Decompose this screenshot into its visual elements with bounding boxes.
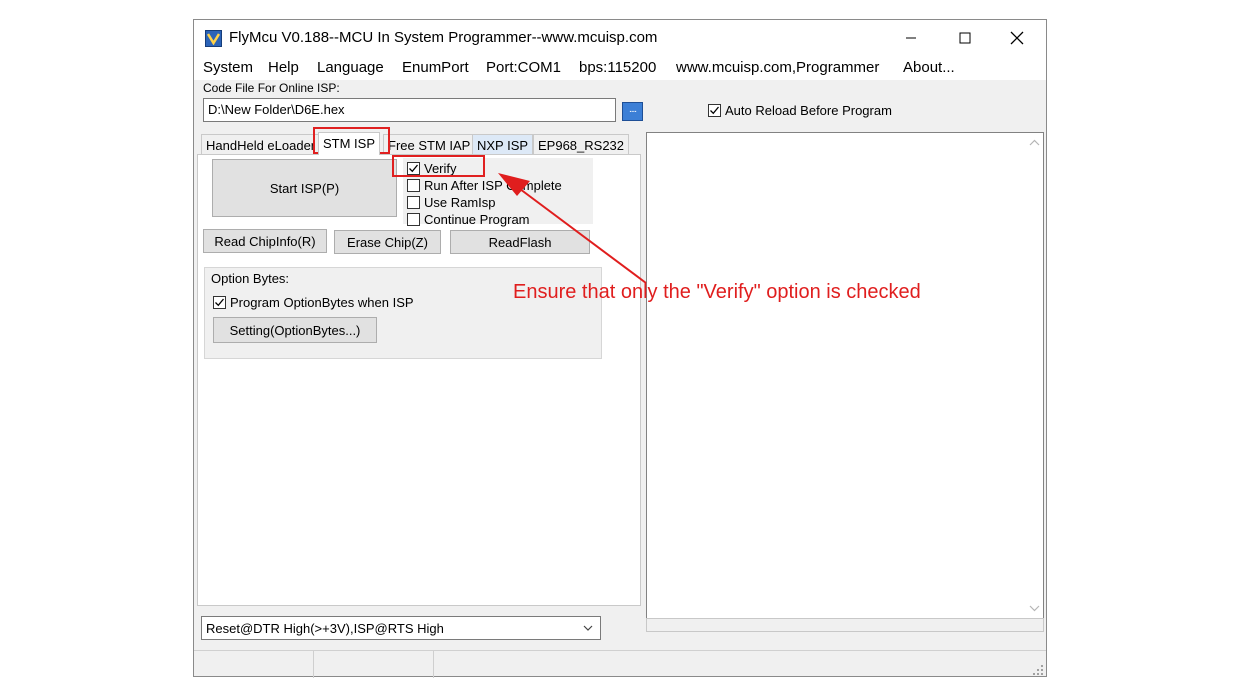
use-ramisp-checkbox[interactable] [407, 196, 420, 209]
maximize-icon [959, 32, 971, 44]
resize-grip-icon[interactable] [1032, 664, 1044, 676]
chevron-down-icon [583, 625, 593, 631]
auto-reload-label: Auto Reload Before Program [725, 103, 892, 118]
program-optionbytes-option[interactable]: Program OptionBytes when ISP [213, 295, 414, 310]
reset-mode-select[interactable]: Reset@DTR High(>+3V),ISP@RTS High [201, 616, 601, 640]
erase-chip-button[interactable]: Erase Chip(Z) [334, 230, 441, 254]
tab-free-stm-iap[interactable]: Free STM IAP [383, 134, 476, 155]
read-flash-button[interactable]: ReadFlash [450, 230, 590, 254]
menu-language[interactable]: Language [317, 59, 384, 76]
use-ramisp-option[interactable]: Use RamIsp [407, 195, 496, 210]
verify-option[interactable]: Verify [407, 161, 457, 176]
code-file-path-input[interactable]: D:\New Folder\D6E.hex [203, 98, 616, 122]
option-bytes-title: Option Bytes: [211, 271, 290, 286]
verify-label: Verify [424, 161, 457, 176]
close-button[interactable] [994, 20, 1040, 56]
checkmark-icon [710, 106, 720, 115]
minimize-button[interactable] [888, 20, 934, 56]
use-ramisp-label: Use RamIsp [424, 195, 496, 210]
continue-program-option[interactable]: Continue Program [407, 212, 530, 227]
menu-bps[interactable]: bps:115200 [579, 59, 656, 76]
scroll-up-icon [1029, 139, 1040, 146]
program-optionbytes-checkbox[interactable] [213, 296, 226, 309]
annotation-text: Ensure that only the "Verify" option is … [513, 281, 921, 303]
app-icon [205, 30, 222, 47]
maximize-button[interactable] [942, 20, 988, 56]
menu-system[interactable]: System [203, 59, 253, 76]
checkmark-icon [215, 298, 225, 307]
run-after-isp-option[interactable]: Run After ISP Complete [407, 178, 562, 193]
left-panel: HandHeld eLoader STM ISP Free STM IAP NX… [197, 132, 641, 606]
menu-bar: System Help Language EnumPort Port:COM1 … [194, 56, 1046, 80]
stm-isp-panel: Start ISP(P) Verify Run After ISP Comple… [197, 154, 641, 606]
flymcu-window: FlyMcu V0.188--MCU In System Programmer-… [193, 19, 1047, 678]
auto-reload-option[interactable]: Auto Reload Before Program [708, 103, 892, 118]
menu-port[interactable]: Port:COM1 [486, 59, 561, 76]
window-title: FlyMcu V0.188--MCU In System Programmer-… [229, 29, 658, 46]
close-icon [1010, 31, 1024, 45]
scroll-down-icon [1029, 605, 1040, 612]
checkmark-icon [409, 164, 419, 173]
status-bar [194, 650, 1046, 678]
run-after-isp-checkbox[interactable] [407, 179, 420, 192]
run-after-isp-label: Run After ISP Complete [424, 178, 562, 193]
start-isp-button[interactable]: Start ISP(P) [212, 159, 397, 217]
tab-handheld-eloader[interactable]: HandHeld eLoader [201, 134, 321, 155]
tab-nxp-isp[interactable]: NXP ISP [472, 134, 534, 155]
log-output-panel[interactable] [646, 132, 1044, 619]
menu-enumport[interactable]: EnumPort [402, 59, 469, 76]
menu-about[interactable]: About... [903, 59, 955, 76]
continue-program-checkbox[interactable] [407, 213, 420, 226]
vertical-scrollbar[interactable] [1026, 133, 1043, 618]
auto-reload-checkbox[interactable] [708, 104, 721, 117]
continue-program-label: Continue Program [424, 212, 530, 227]
status-cell-1 [194, 651, 314, 678]
status-cell-2 [314, 651, 434, 678]
program-optionbytes-label: Program OptionBytes when ISP [230, 295, 414, 310]
browse-button[interactable]: .... [622, 102, 643, 121]
verify-checkbox[interactable] [407, 162, 420, 175]
menu-help[interactable]: Help [268, 59, 299, 76]
code-file-label: Code File For Online ISP: [203, 81, 340, 95]
tab-ep968-rs232[interactable]: EP968_RS232 [533, 134, 630, 155]
menu-programmer[interactable]: www.mcuisp.com,Programmer [676, 59, 879, 76]
title-bar: FlyMcu V0.188--MCU In System Programmer-… [194, 20, 1046, 56]
read-chipinfo-button[interactable]: Read ChipInfo(R) [203, 229, 327, 253]
minimize-icon [906, 37, 916, 39]
horizontal-scrollbar[interactable] [646, 618, 1044, 632]
reset-mode-value: Reset@DTR High(>+3V),ISP@RTS High [206, 621, 444, 636]
tab-stm-isp[interactable]: STM ISP [318, 132, 381, 155]
setting-optionbytes-button[interactable]: Setting(OptionBytes...) [213, 317, 377, 343]
